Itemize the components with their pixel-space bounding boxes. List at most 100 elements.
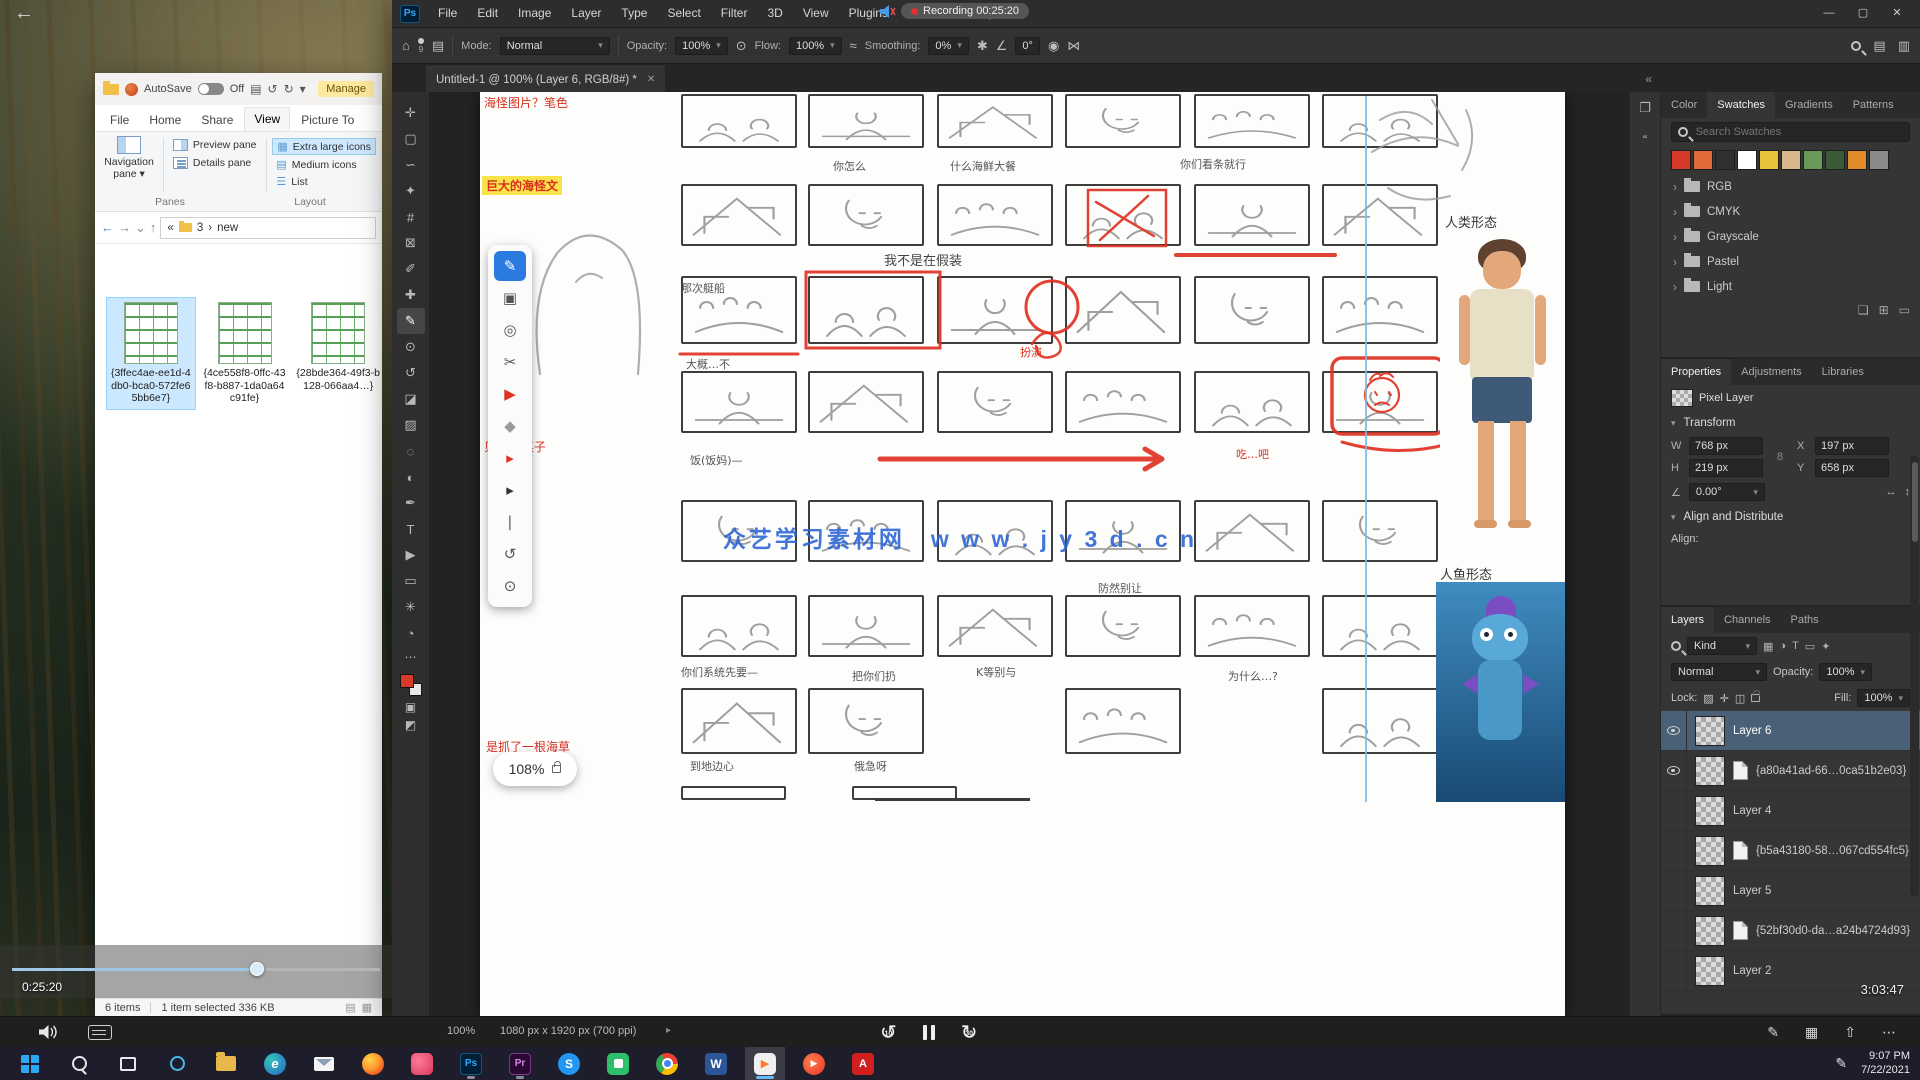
transform-section-header[interactable]: ▾Transform (1661, 411, 1920, 435)
align-section-header[interactable]: ▾Align and Distribute (1661, 505, 1920, 529)
menu-edit[interactable]: Edit (467, 0, 508, 27)
stamp-tool[interactable]: ⊙ (397, 334, 425, 360)
tab-view[interactable]: View (244, 107, 290, 131)
tab-manage[interactable]: Manage (318, 81, 374, 97)
new-group-icon[interactable]: ❏ (1858, 303, 1869, 317)
brush-panel-toggle-icon[interactable]: ▤ (432, 38, 444, 54)
forward-30-button[interactable]: ↻30 (961, 1023, 978, 1043)
palette-scissors-tool[interactable]: ✂ (494, 347, 526, 377)
lock-pixels-icon[interactable]: ◫ (1735, 692, 1745, 705)
color-swatches[interactable] (400, 674, 422, 696)
swatch-group-rgb[interactable]: ›RGB (1661, 174, 1920, 199)
swatch[interactable] (1693, 150, 1713, 170)
lock-position-icon[interactable]: ✛ (1720, 692, 1729, 705)
path-select-tool[interactable]: ▶ (397, 542, 425, 568)
rewind-10-button[interactable]: ↺10 (880, 1023, 897, 1043)
navigation-pane-button[interactable]: Navigation pane ▾ (101, 136, 157, 194)
menu-3d[interactable]: 3D (757, 0, 792, 27)
progress-handle[interactable] (250, 962, 264, 976)
menu-layer[interactable]: Layer (561, 0, 611, 27)
taskbar-chrome[interactable] (647, 1047, 687, 1080)
layout-option-extra-large-icons[interactable]: ▦Extra large icons (272, 138, 376, 155)
undo-icon[interactable]: ↺ (268, 82, 278, 96)
zoom-tool[interactable]: ◔ (397, 620, 425, 646)
pause-button[interactable] (923, 1025, 935, 1040)
swatch-search[interactable] (1671, 122, 1910, 142)
tab-color[interactable]: Color (1661, 92, 1707, 118)
taskbar-photos[interactable] (402, 1047, 442, 1080)
card-icon[interactable]: ▦ (1805, 1024, 1818, 1041)
breadcrumb[interactable]: « 3 › new (160, 217, 376, 239)
close-button[interactable]: ✕ (1880, 0, 1914, 27)
tab-channels[interactable]: Channels (1714, 607, 1780, 633)
qat-dropdown-icon[interactable]: ▾ (300, 82, 306, 96)
tab-patterns[interactable]: Patterns (1843, 92, 1904, 118)
draw-icon[interactable]: ✎ (1767, 1024, 1779, 1041)
document-canvas[interactable]: 你怎么什么海鲜大餐你们看条就行我不是在假装那次艇船大概…不饭(饭妈)—吃…吧扮演… (480, 92, 1565, 1016)
breadcrumb-root[interactable]: 3 (197, 222, 203, 234)
opacity-select[interactable]: 100%▾ (675, 37, 728, 55)
redo-icon[interactable]: ↻ (284, 82, 294, 96)
flip-horizontal-icon[interactable]: ↔ (1886, 486, 1897, 498)
menu-view[interactable]: View (793, 0, 839, 27)
history-panel-icon[interactable]: ❐ (1639, 100, 1651, 116)
clock[interactable]: 9:07 PM 7/22/2021 (1861, 1050, 1910, 1078)
layer-opacity-select[interactable]: 100%▾ (1819, 663, 1872, 681)
filter-type-icon[interactable]: T (1792, 640, 1799, 653)
taskbar-edge[interactable]: e (255, 1047, 295, 1080)
healing-tool[interactable]: ✚ (397, 282, 425, 308)
brush-angle-value[interactable]: 0° (1015, 37, 1040, 55)
menu-filter[interactable]: Filter (711, 0, 758, 27)
taskbar-mail[interactable] (304, 1047, 344, 1080)
swatch[interactable] (1737, 150, 1757, 170)
panel-scrollbar[interactable] (1910, 456, 1919, 896)
thumbnail-view-icon[interactable]: ▦ (362, 1001, 372, 1014)
flow-select[interactable]: 100%▾ (789, 37, 842, 55)
swatch-search-input[interactable] (1694, 125, 1903, 139)
crop-tool[interactable]: # (397, 204, 425, 230)
y-field[interactable]: 658 px (1815, 459, 1889, 477)
swatch[interactable] (1715, 150, 1735, 170)
document-tab[interactable]: Untitled-1 @ 100% (Layer 6, RGB/8#) * ✕ (426, 66, 665, 92)
palette-shape-tool[interactable]: ▣ (494, 283, 526, 313)
menu-image[interactable]: Image (508, 0, 561, 27)
rotation-select[interactable]: 0.00°▾ (1689, 483, 1765, 501)
pressure-size-icon[interactable]: ◉ (1048, 38, 1059, 54)
tab-paths[interactable]: Paths (1781, 607, 1829, 633)
layer-row[interactable]: {52bf30d0-da…a24b4724d93} (1661, 911, 1920, 951)
history-brush-tool[interactable]: ↺ (397, 360, 425, 386)
swatch[interactable] (1847, 150, 1867, 170)
subtitle-icon[interactable] (88, 1025, 112, 1040)
tab-libraries[interactable]: Libraries (1812, 359, 1874, 385)
export-icon[interactable]: ⇧ (1844, 1024, 1856, 1041)
new-swatch-icon[interactable]: ⊞ (1879, 303, 1889, 317)
palette-red-marker[interactable]: ▶ (494, 379, 526, 409)
move-tool[interactable]: ✛ (397, 100, 425, 126)
link-dimensions-icon[interactable]: 8 (1767, 451, 1793, 463)
close-doc-icon[interactable]: ✕ (647, 74, 655, 85)
tab-layers[interactable]: Layers (1661, 607, 1714, 633)
layout-option-list[interactable]: ☰List (272, 174, 376, 189)
taskbar-task-view[interactable] (108, 1047, 148, 1080)
frame-tool[interactable]: ⊠ (397, 230, 425, 256)
lock-all-icon[interactable] (1751, 694, 1760, 702)
fill-select[interactable]: 100%▾ (1857, 689, 1910, 707)
visibility-toggle[interactable] (1661, 751, 1687, 790)
filter-adjustment-icon[interactable]: ◑ (1779, 640, 1786, 653)
layer-row[interactable]: Layer 4 (1661, 791, 1920, 831)
palette-red-arrow[interactable]: ▸ (494, 443, 526, 473)
tab-gradients[interactable]: Gradients (1775, 92, 1843, 118)
taskbar-wechat[interactable] (598, 1047, 638, 1080)
collapse-panels-icon[interactable]: « (1645, 72, 1652, 86)
save-icon[interactable]: ▤ (250, 82, 261, 96)
pen-tool[interactable]: ✒ (397, 490, 425, 516)
quick-select-tool[interactable]: ✦ (397, 178, 425, 204)
status-chevron-icon[interactable]: ▸ (666, 1025, 671, 1036)
marquee-tool[interactable]: ▢ (397, 126, 425, 152)
home-icon[interactable]: ⌂ (402, 38, 410, 53)
breadcrumb-current[interactable]: new (217, 222, 238, 234)
swatch-group-cmyk[interactable]: ›CMYK (1661, 199, 1920, 224)
width-field[interactable]: 768 px (1689, 437, 1763, 455)
tab-swatches[interactable]: Swatches (1707, 92, 1775, 118)
taskbar-video-player[interactable]: ▶ (745, 1047, 785, 1080)
